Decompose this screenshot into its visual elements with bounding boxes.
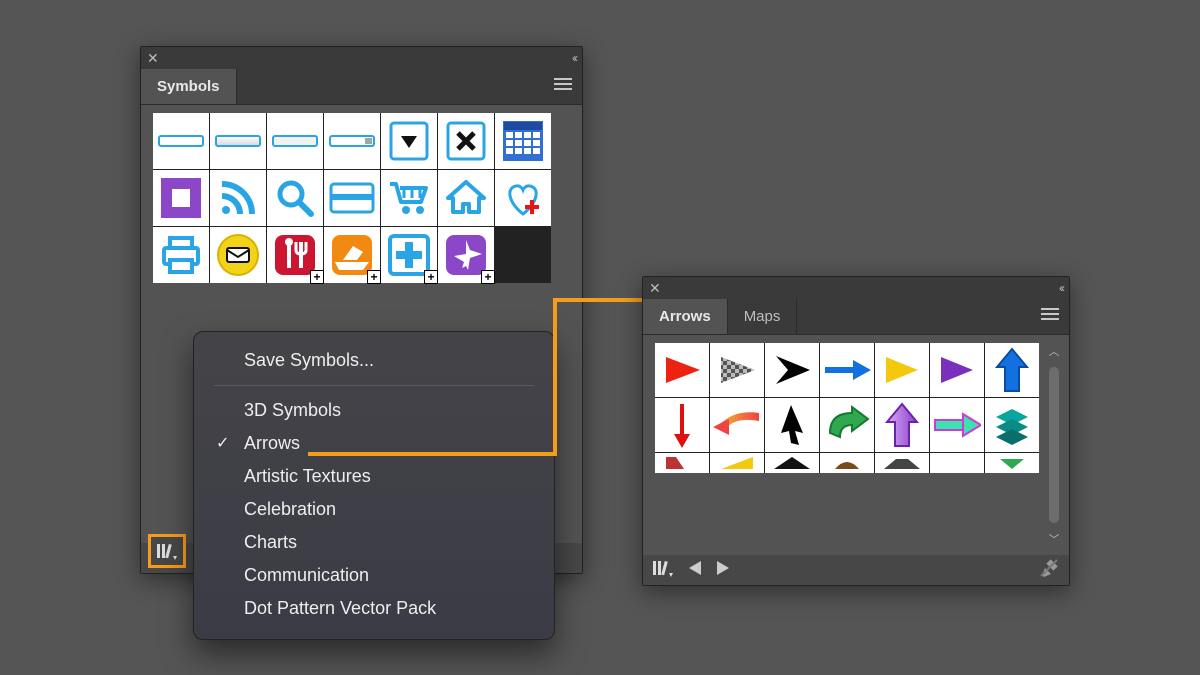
symbol-printer[interactable]: [153, 227, 209, 283]
symbol-progress-bar-4[interactable]: [324, 113, 380, 169]
tab-label: Symbols: [157, 78, 220, 95]
arrow-blue-up[interactable]: [985, 343, 1039, 397]
close-icon[interactable]: ✕: [649, 280, 661, 297]
connector-line: [308, 452, 556, 456]
symbol-speedboat[interactable]: +: [324, 227, 380, 283]
symbol-magnifier[interactable]: [267, 170, 323, 226]
arrow-partial-6[interactable]: [930, 453, 984, 473]
menu-item-dot-pattern[interactable]: Dot Pattern Vector Pack: [194, 592, 554, 625]
edit-disabled-icon: [1039, 558, 1059, 583]
arrow-partial-5[interactable]: [875, 453, 929, 473]
symbol-stop-square[interactable]: [153, 170, 209, 226]
menu-item-charts[interactable]: Charts: [194, 526, 554, 559]
symbol-progress-bar-3[interactable]: [267, 113, 323, 169]
tab-label: Arrows: [659, 308, 711, 325]
symbol-shopping-cart[interactable]: [381, 170, 437, 226]
symbol-mail-stamp[interactable]: [210, 227, 266, 283]
arrow-black-arrowhead[interactable]: [765, 343, 819, 397]
arrow-partial-7[interactable]: [985, 453, 1039, 473]
symbols-grid-area: + + + +: [141, 105, 582, 283]
collapse-icon[interactable]: ‹‹: [1059, 281, 1063, 295]
symbol-home[interactable]: [438, 170, 494, 226]
arrows-tabs: Arrows Maps: [643, 299, 1069, 335]
tab-maps[interactable]: Maps: [728, 299, 798, 334]
arrows-footer: [643, 555, 1069, 585]
arrow-black-cursor[interactable]: [765, 398, 819, 452]
arrow-partial-2[interactable]: [710, 453, 764, 473]
plus-badge-icon: +: [310, 270, 324, 284]
tab-arrows[interactable]: Arrows: [643, 299, 728, 334]
arrow-partial-3[interactable]: [765, 453, 819, 473]
collapse-icon[interactable]: ‹‹: [572, 51, 576, 65]
arrow-partial-4[interactable]: [820, 453, 874, 473]
symbol-progress-bar-1[interactable]: [153, 113, 209, 169]
symbol-heart-plus[interactable]: [495, 170, 551, 226]
close-icon[interactable]: ✕: [147, 50, 159, 67]
symbols-tabs: Symbols: [141, 69, 582, 105]
arrows-panel-titlebar[interactable]: ✕ ‹‹: [643, 277, 1069, 299]
symbol-utensils[interactable]: +: [267, 227, 323, 283]
next-icon[interactable]: [717, 561, 729, 580]
arrow-partial-1[interactable]: [655, 453, 709, 473]
arrow-green-curve-right[interactable]: [820, 398, 874, 452]
symbol-medical-plus[interactable]: +: [381, 227, 437, 283]
symbols-panel-titlebar[interactable]: ✕ ‹‹: [141, 47, 582, 69]
menu-item-save-symbols[interactable]: Save Symbols...: [214, 346, 534, 386]
symbol-calendar-grid[interactable]: [495, 113, 551, 169]
menu-item-label: Artistic Textures: [244, 466, 371, 486]
prev-icon[interactable]: [689, 561, 701, 580]
menu-item-label: 3D Symbols: [244, 400, 341, 420]
panel-menu-icon[interactable]: [1041, 307, 1059, 326]
plus-badge-icon: +: [367, 270, 381, 284]
menu-item-label: Celebration: [244, 499, 336, 519]
menu-item-artistic-textures[interactable]: Artistic Textures: [194, 460, 554, 493]
library-button-highlight[interactable]: [148, 534, 186, 568]
arrow-teal-layers[interactable]: [985, 398, 1039, 452]
connector-line: [553, 298, 557, 456]
arrow-orange-swoosh-left[interactable]: [710, 398, 764, 452]
symbol-progress-bar-2[interactable]: [210, 113, 266, 169]
arrow-purple-triangle-right[interactable]: [930, 343, 984, 397]
symbol-close-x[interactable]: [438, 113, 494, 169]
arrow-yellow-triangle-right[interactable]: [875, 343, 929, 397]
arrows-grid: [655, 343, 1039, 473]
scrollbar[interactable]: ︿ ﹀: [1045, 343, 1063, 547]
menu-item-label: Dot Pattern Vector Pack: [244, 598, 436, 618]
arrow-checker-triangle-right[interactable]: [710, 343, 764, 397]
connector-line: [553, 298, 650, 302]
menu-item-label: Communication: [244, 565, 369, 585]
plus-badge-icon: +: [424, 270, 438, 284]
symbols-grid: + + + +: [153, 113, 551, 283]
arrow-outlined-right[interactable]: [930, 398, 984, 452]
library-menu-icon[interactable]: [653, 559, 673, 582]
library-flyout-menu: Save Symbols... 3D Symbols Arrows Artist…: [193, 331, 555, 640]
scroll-down-icon[interactable]: ﹀: [1049, 531, 1060, 547]
scroll-thumb[interactable]: [1049, 367, 1059, 523]
symbol-airplane[interactable]: +: [438, 227, 494, 283]
arrow-blue-right[interactable]: [820, 343, 874, 397]
menu-item-3d-symbols[interactable]: 3D Symbols: [194, 394, 554, 427]
symbol-dropdown-arrow[interactable]: [381, 113, 437, 169]
arrows-panel: ✕ ‹‹ Arrows Maps ︿ ﹀: [642, 276, 1070, 586]
arrow-red-triangle-right[interactable]: [655, 343, 709, 397]
arrow-red-down[interactable]: [655, 398, 709, 452]
arrow-purple-up[interactable]: [875, 398, 929, 452]
menu-item-label: Arrows: [244, 433, 300, 453]
menu-item-label: Charts: [244, 532, 297, 552]
tab-symbols[interactable]: Symbols: [141, 69, 237, 104]
menu-item-celebration[interactable]: Celebration: [194, 493, 554, 526]
scroll-up-icon[interactable]: ︿: [1049, 343, 1060, 359]
menu-item-label: Save Symbols...: [244, 350, 374, 370]
tab-label: Maps: [744, 308, 781, 325]
menu-item-communication[interactable]: Communication: [194, 559, 554, 592]
panel-menu-icon[interactable]: [554, 77, 572, 96]
plus-badge-icon: +: [481, 270, 495, 284]
symbol-rss[interactable]: [210, 170, 266, 226]
symbol-credit-card[interactable]: [324, 170, 380, 226]
